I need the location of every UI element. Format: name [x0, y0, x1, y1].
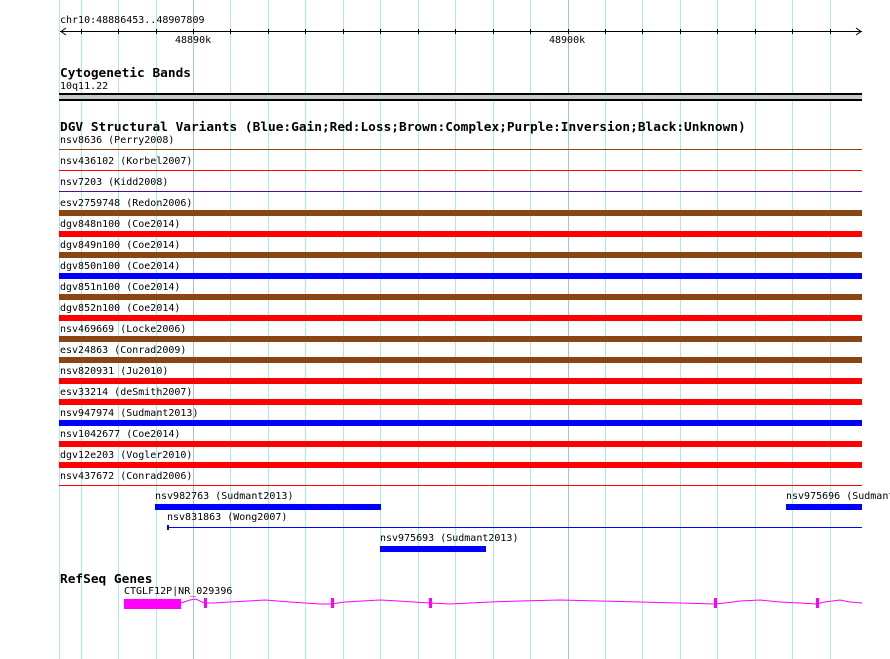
- ruler-range-label: chr10:48886453..48907809: [60, 15, 205, 26]
- variant-bar[interactable]: [59, 441, 862, 447]
- gene-exon[interactable]: [124, 599, 181, 609]
- gene-intron-line: [180, 598, 863, 605]
- variant-bar[interactable]: [59, 399, 862, 405]
- cytoband-label: 10q11.22: [60, 81, 109, 92]
- variant-label: esv24863 (Conrad2009): [60, 345, 187, 356]
- variant-start-tick: [167, 525, 169, 530]
- variant-label: nsv469669 (Locke2006): [60, 324, 187, 335]
- gene-exon[interactable]: [204, 598, 207, 608]
- gene-exon[interactable]: [331, 598, 334, 608]
- variant-bar[interactable]: [59, 210, 862, 216]
- variant-label: nsv7203 (Kidd2008): [60, 177, 169, 188]
- variant-label: dgv849n100 (Coe2014): [60, 240, 181, 251]
- variant-bar[interactable]: [155, 504, 381, 510]
- ruler-tick-label: 48890k: [175, 35, 212, 46]
- variant-label: nsv947974 (Sudmant2013): [60, 408, 199, 419]
- variant-label: dgv12e203 (Vogler2010): [60, 450, 193, 461]
- variant-bar[interactable]: [59, 420, 862, 426]
- gene-exon[interactable]: [816, 598, 819, 608]
- cytoband-bar[interactable]: [59, 95, 862, 99]
- gene-exon[interactable]: [714, 598, 717, 608]
- variant-label: dgv850n100 (Coe2014): [60, 261, 181, 272]
- variant-label: nsv975696 (Sudmant2013): [786, 491, 890, 502]
- variant-label: dgv848n100 (Coe2014): [60, 219, 181, 230]
- variant-label: nsv982763 (Sudmant2013): [155, 491, 294, 502]
- variant-label: nsv831863 (Wong2007): [167, 512, 288, 523]
- variant-label: nsv8636 (Perry2008): [60, 135, 175, 146]
- variant-bar[interactable]: [380, 546, 486, 552]
- variant-bar[interactable]: [786, 504, 862, 510]
- variant-bar[interactable]: [59, 357, 862, 363]
- variant-bar[interactable]: [59, 294, 862, 300]
- variant-label: esv2759748 (Redon2006): [60, 198, 193, 209]
- variant-label: nsv975693 (Sudmant2013): [380, 533, 519, 544]
- variant-bar[interactable]: [59, 336, 862, 342]
- cytoband-track-title[interactable]: Cytogenetic Bands: [60, 67, 191, 80]
- ruler-tick-label: 48900k: [549, 35, 586, 46]
- variant-label: dgv851n100 (Coe2014): [60, 282, 181, 293]
- variant-label: nsv436102 (Korbel2007): [60, 156, 193, 167]
- variant-label: esv33214 (deSmith2007): [60, 387, 193, 398]
- variant-bar[interactable]: [59, 315, 862, 321]
- variant-bar[interactable]: [59, 252, 862, 258]
- variant-bar[interactable]: [59, 462, 862, 468]
- variant-bar[interactable]: [59, 231, 862, 237]
- variant-label: dgv852n100 (Coe2014): [60, 303, 181, 314]
- refseq-track-title[interactable]: RefSeq Genes: [60, 573, 152, 586]
- variant-bar[interactable]: [59, 378, 862, 384]
- variant-label: nsv437672 (Conrad2006): [60, 471, 193, 482]
- variant-bar[interactable]: [59, 273, 862, 279]
- variant-label: nsv1042677 (Coe2014): [60, 429, 181, 440]
- variant-label: nsv820931 (Ju2010): [60, 366, 169, 377]
- gene-label[interactable]: CTGLF12P|NR_029396: [124, 586, 232, 597]
- dgv-track-title[interactable]: DGV Structural Variants (Blue:Gain;Red:L…: [60, 121, 746, 134]
- gene-exon[interactable]: [429, 598, 432, 608]
